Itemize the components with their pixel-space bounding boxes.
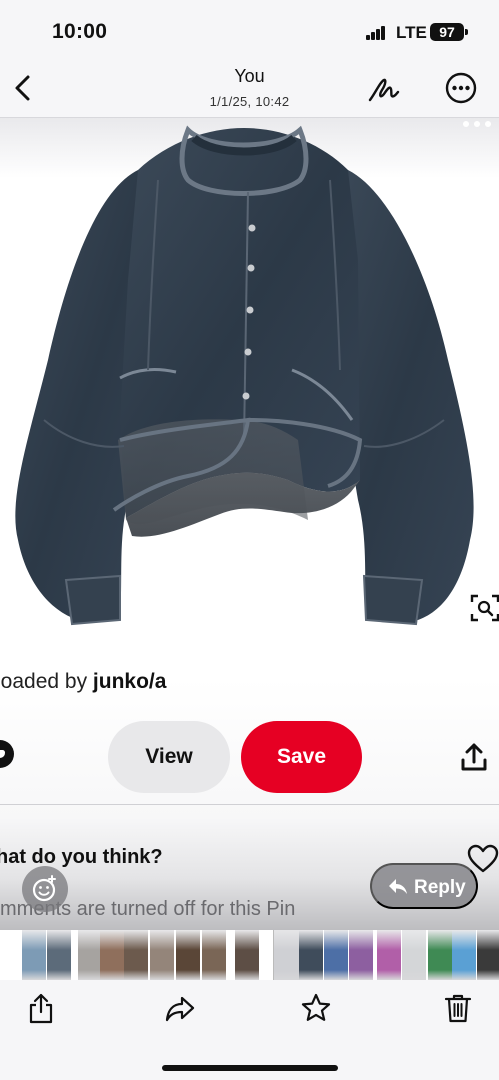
- more-options-icon[interactable]: [444, 71, 478, 105]
- add-reaction-emoji-icon[interactable]: [22, 866, 68, 912]
- status-bar: 10:00 LTE 97: [0, 0, 499, 62]
- thumbnail[interactable]: [377, 930, 401, 980]
- bottom-toolbar: [0, 980, 499, 1080]
- uploader-name[interactable]: junko/a: [93, 670, 167, 693]
- view-button[interactable]: View: [108, 721, 230, 793]
- uploaded-prefix: loaded by: [0, 670, 93, 693]
- divider: [0, 804, 499, 805]
- thumbnail[interactable]: [402, 930, 426, 980]
- battery-icon: 97: [430, 23, 464, 41]
- thumbnail[interactable]: [274, 930, 302, 980]
- status-time: 10:00: [52, 20, 108, 43]
- markup-pen-icon[interactable]: [366, 72, 402, 106]
- thumbnail[interactable]: [47, 930, 71, 980]
- thumbnail[interactable]: [176, 930, 200, 980]
- share-upload-icon[interactable]: [460, 742, 488, 772]
- photo-thumbnail-strip[interactable]: [0, 930, 499, 980]
- battery-tip: [465, 29, 468, 35]
- visual-search-icon[interactable]: [470, 593, 499, 623]
- home-indicator: [162, 1065, 338, 1071]
- thumbnail[interactable]: [477, 930, 499, 980]
- thumbnail[interactable]: [235, 930, 259, 980]
- thumbnail[interactable]: [349, 930, 373, 980]
- trash-icon[interactable]: [442, 992, 474, 1024]
- denim-jacket-image: [15, 125, 474, 626]
- thumbnail[interactable]: [324, 930, 348, 980]
- share-icon[interactable]: [25, 992, 57, 1024]
- header-date: 1/1/25, 10:42: [209, 94, 290, 109]
- reply-label: Reply: [414, 877, 466, 898]
- reply-arrow-icon: [389, 879, 407, 894]
- save-button[interactable]: Save: [241, 721, 362, 793]
- thumbnail[interactable]: [428, 930, 452, 980]
- photo-content: loaded by junko/a View Save hat do you t…: [0, 118, 499, 930]
- reaction-heart-icon[interactable]: [0, 740, 14, 768]
- network-type: LTE: [396, 23, 427, 42]
- thumbnail[interactable]: [452, 930, 476, 980]
- thumbnail[interactable]: [150, 930, 174, 980]
- header-title: You: [234, 66, 265, 86]
- thumbnail[interactable]: [202, 930, 226, 980]
- favorite-star-icon[interactable]: [300, 992, 332, 1024]
- photo-header: You 1/1/25, 10:42: [0, 62, 499, 118]
- thumbnail[interactable]: [124, 930, 148, 980]
- reply-button[interactable]: Reply: [370, 863, 478, 909]
- uploaded-by-text: loaded by junko/a: [0, 670, 166, 694]
- forward-icon[interactable]: [164, 992, 196, 1024]
- thumbnail[interactable]: [22, 930, 46, 980]
- thumbnail[interactable]: [78, 930, 102, 980]
- thumbnail[interactable]: [299, 930, 323, 980]
- cellular-signal-icon: [366, 26, 386, 40]
- thumbnail[interactable]: [100, 930, 124, 980]
